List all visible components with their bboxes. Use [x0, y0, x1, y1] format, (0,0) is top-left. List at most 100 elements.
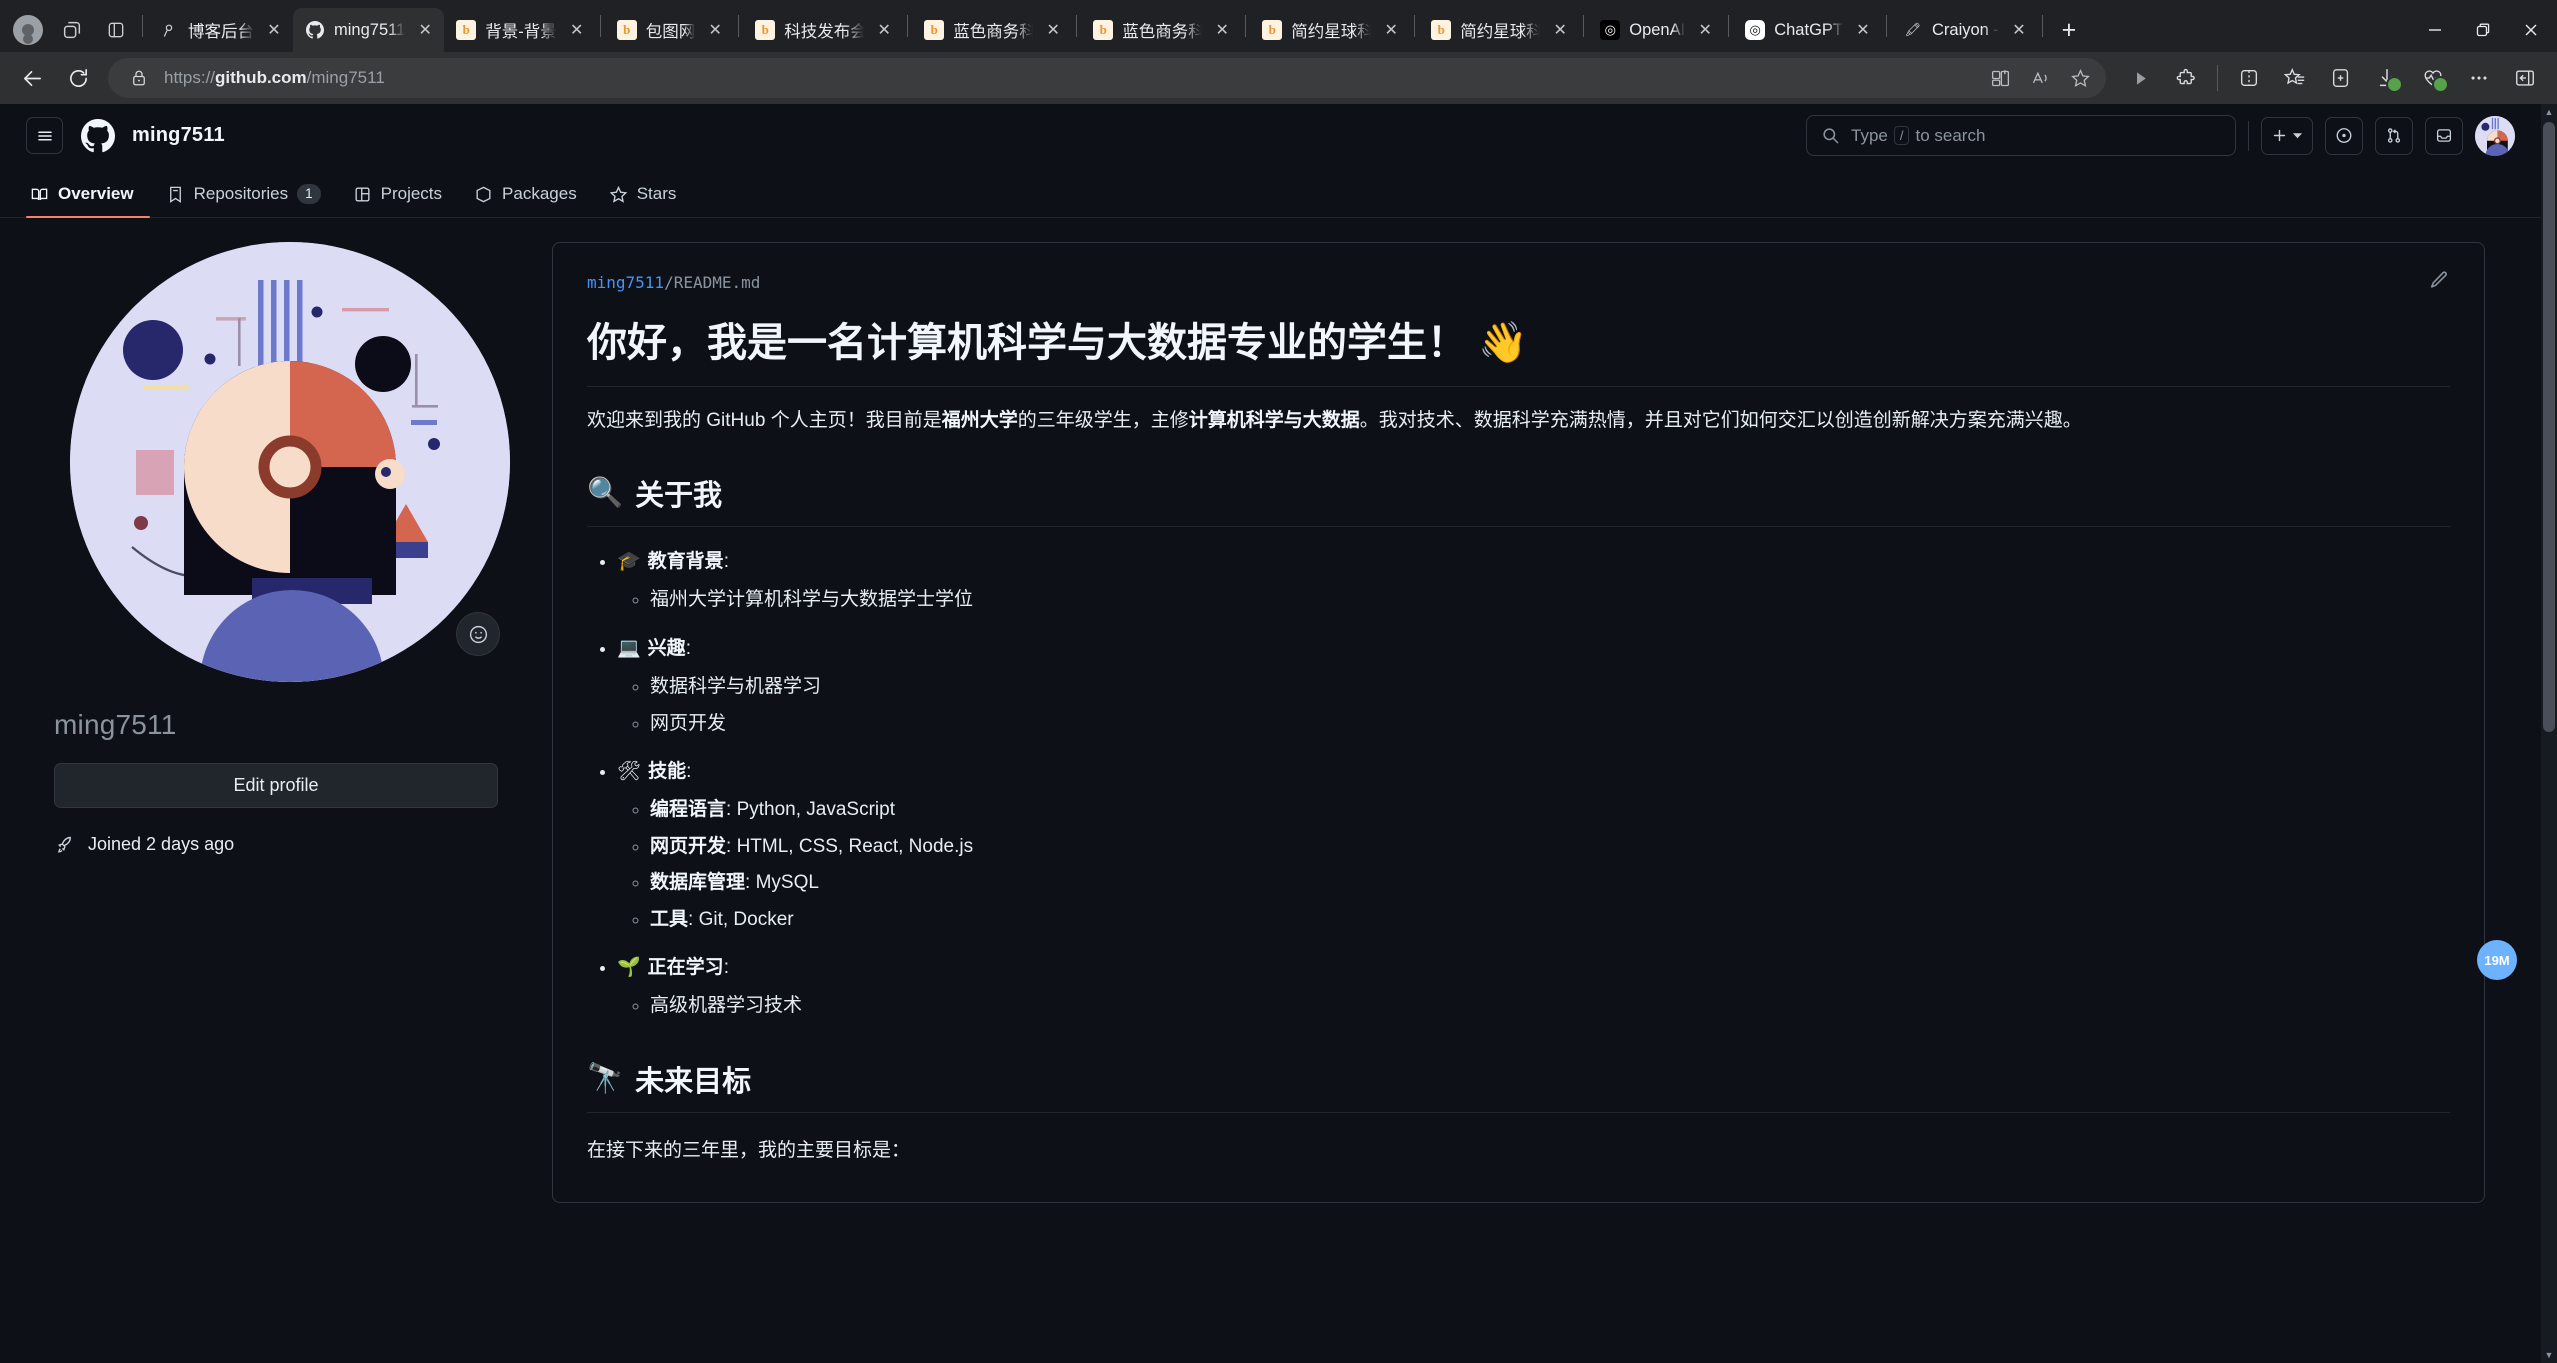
- tab-close-icon[interactable]: ✕: [566, 19, 588, 41]
- list-item: 🎓 教育背景: 福州大学计算机科学与大数据学士学位: [617, 547, 2450, 616]
- browser-tab[interactable]: 🖍 Craiyon - ✕: [1891, 8, 2038, 52]
- add-to-collection-icon[interactable]: [2319, 56, 2363, 100]
- workspaces-icon[interactable]: [50, 8, 94, 52]
- browser-tab[interactable]: b 简约星球科 ✕: [1250, 8, 1410, 52]
- collections-icon[interactable]: [2273, 56, 2317, 100]
- avatar[interactable]: [2475, 115, 2515, 156]
- tab-title: 简约星球科: [1460, 23, 1541, 41]
- browser-tab-active[interactable]: ming7511 ✕: [293, 8, 445, 52]
- browser-tab[interactable]: b 包图网 ✕: [605, 8, 735, 52]
- list-item: 高级机器学习技术: [650, 991, 2450, 1021]
- overlay-badge[interactable]: 19M: [2477, 940, 2517, 980]
- menu-icon[interactable]: [26, 117, 63, 154]
- address-text: https://github.com/ming7511: [164, 68, 385, 88]
- profile-username: ming7511: [54, 709, 177, 740]
- section-title: 关于我: [635, 480, 723, 513]
- baotu-icon: b: [1431, 20, 1452, 40]
- baotu-icon: b: [456, 20, 477, 40]
- create-new-button[interactable]: [2261, 116, 2313, 155]
- scroll-down-arrow[interactable]: ▼: [2541, 1347, 2557, 1363]
- downloads-icon[interactable]: [2365, 56, 2409, 100]
- back-icon[interactable]: [10, 56, 54, 100]
- edit-profile-button[interactable]: Edit profile: [54, 763, 498, 808]
- tab-actions-icon[interactable]: [94, 8, 138, 52]
- split-screen-icon[interactable]: [1980, 58, 2020, 98]
- tab-close-icon[interactable]: ✕: [1549, 19, 1571, 41]
- tab-close-icon[interactable]: ✕: [263, 19, 285, 41]
- toolbar-divider: [2217, 65, 2218, 91]
- item-label: 教育背景: [647, 551, 724, 573]
- chevron-down-icon: [2292, 133, 2303, 139]
- tab-label: Packages: [502, 184, 577, 203]
- address-bar[interactable]: https://github.com/ming7511: [108, 58, 2106, 98]
- tab-projects[interactable]: Projects: [337, 184, 458, 217]
- play-icon[interactable]: [2118, 56, 2162, 100]
- refresh-icon[interactable]: [56, 56, 100, 100]
- header-owner-name[interactable]: ming7511: [132, 124, 225, 147]
- github-header-actions: Type / to search: [1806, 115, 2515, 156]
- browser-tab[interactable]: ◎ OpenAI ✕: [1588, 8, 1724, 52]
- tab-close-icon[interactable]: ✕: [873, 19, 895, 41]
- read-aloud-icon[interactable]: [2020, 58, 2060, 98]
- scrollbar-thumb[interactable]: [2543, 122, 2555, 732]
- inbox-icon[interactable]: [2425, 116, 2463, 155]
- new-tab-button[interactable]: +: [2047, 8, 2091, 52]
- close-window-button[interactable]: [2507, 8, 2555, 52]
- settings-more-icon[interactable]: [2457, 56, 2501, 100]
- browser-tab[interactable]: b 科技发布会 ✕: [743, 8, 903, 52]
- tab-close-icon[interactable]: ✕: [1380, 19, 1402, 41]
- list-item: 💻 兴趣: 数据科学与机器学习 网页开发: [617, 634, 2450, 739]
- tab-close-icon[interactable]: ✕: [414, 19, 436, 41]
- tab-close-icon[interactable]: ✕: [1852, 19, 1874, 41]
- tab-close-icon[interactable]: ✕: [704, 19, 726, 41]
- browser-profile-button[interactable]: [6, 8, 50, 52]
- tab-close-icon[interactable]: ✕: [1694, 19, 1716, 41]
- sub-list: 高级机器学习技术: [650, 991, 2450, 1021]
- tab-close-icon[interactable]: ✕: [1211, 19, 1233, 41]
- browser-tab[interactable]: b 简约星球科 ✕: [1419, 8, 1579, 52]
- tab-close-icon[interactable]: ✕: [1042, 19, 1064, 41]
- browser-tab[interactable]: b 背景-背景 ✕: [444, 8, 596, 52]
- page-scrollbar[interactable]: ▲ ▼: [2541, 104, 2557, 1363]
- maximize-button[interactable]: [2459, 8, 2507, 52]
- pull-requests-icon[interactable]: [2375, 116, 2413, 155]
- issues-icon[interactable]: [2325, 116, 2363, 155]
- tab-overview[interactable]: Overview: [26, 184, 150, 218]
- readme-owner-link[interactable]: ming7511: [587, 273, 664, 292]
- browser-tab[interactable]: b 蓝色商务科 ✕: [1081, 8, 1241, 52]
- tab-divider: [738, 15, 740, 37]
- tab-repositories[interactable]: Repositories 1: [150, 184, 337, 217]
- browser-tab[interactable]: 博客后台 ✕: [147, 8, 293, 52]
- tab-stars[interactable]: Stars: [593, 184, 693, 217]
- tab-close-icon[interactable]: ✕: [2008, 19, 2030, 41]
- scroll-up-arrow[interactable]: ▲: [2541, 104, 2557, 120]
- page-content: ming7511 Type / to search Overview Repos…: [0, 104, 2541, 1363]
- tab-packages[interactable]: Packages: [458, 184, 593, 217]
- minimize-button[interactable]: [2411, 8, 2459, 52]
- intro-bold-2: 计算机科学与大数据: [1188, 410, 1360, 431]
- browser-tab[interactable]: b 蓝色商务科 ✕: [912, 8, 1072, 52]
- search-input[interactable]: Type / to search: [1806, 115, 2236, 156]
- set-status-button[interactable]: [456, 612, 500, 656]
- readme-filename: README.md: [673, 273, 761, 292]
- profile-avatar-image[interactable]: [70, 242, 510, 682]
- browser-tab[interactable]: ◎ ChatGPT ✕: [1733, 8, 1882, 52]
- github-icon: [305, 20, 325, 40]
- tab-title: 科技发布会: [784, 23, 865, 41]
- list-item: 数据库管理: MySQL: [650, 868, 2450, 898]
- performance-icon[interactable]: [2411, 56, 2455, 100]
- extensions-icon[interactable]: [2164, 56, 2208, 100]
- readme-header: ming7511/README.md: [587, 269, 2450, 296]
- item-colon: :: [686, 760, 692, 782]
- readme-title-text: 你好，我是一名计算机科学与大数据专业的学生！: [587, 321, 1467, 365]
- skill-value: : MySQL: [745, 872, 819, 894]
- tab-divider: [1414, 15, 1416, 37]
- github-logo-icon[interactable]: [79, 117, 116, 154]
- browser-essentials-icon[interactable]: [2227, 56, 2271, 100]
- pencil-icon[interactable]: [2428, 269, 2450, 296]
- favorite-star-icon[interactable]: [2060, 58, 2100, 98]
- sidebar-icon[interactable]: [2503, 56, 2547, 100]
- smiley-icon: [469, 625, 487, 643]
- location-pin-icon: [159, 20, 179, 40]
- tab-title: 蓝色商务科: [953, 23, 1034, 41]
